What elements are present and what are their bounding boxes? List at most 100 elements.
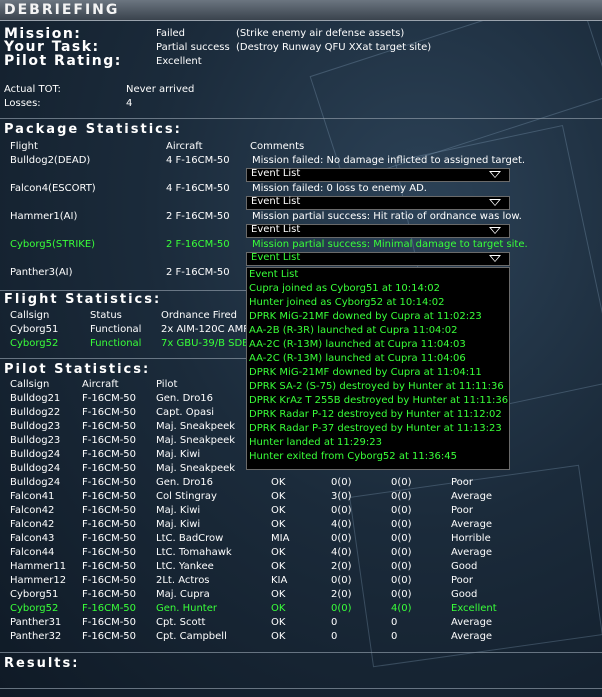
pilot-ground-kills: 0(0) [391, 505, 412, 516]
package-aircraft: 4 F-16CM-50 [166, 183, 230, 194]
pilot-rating: Poor [451, 477, 474, 488]
dropdown-arrow-icon[interactable] [489, 171, 501, 178]
package-col-comments: Comments [250, 141, 305, 152]
pilot-status: OK [271, 477, 286, 488]
pilot-aircraft: F-16CM-50 [82, 533, 137, 544]
package-statistics-header: Package Statistics: [4, 122, 182, 137]
pilot-status: OK [271, 603, 286, 614]
flight-callsign: Cyborg52 [10, 338, 59, 349]
pilot-callsign: Falcon41 [10, 491, 55, 502]
pilot-air-kills: 0 [331, 617, 338, 628]
event-list-dropdown[interactable]: Event List [246, 224, 510, 238]
event-list-dropdown[interactable]: Event List [246, 168, 510, 182]
pilot-aircraft: F-16CM-50 [82, 393, 137, 404]
pilot-rating: Average [451, 519, 493, 530]
flight-status: Functional [90, 338, 142, 349]
package-flight-name: Hammer1(AI) [10, 211, 78, 222]
package-aircraft: 2 F-16CM-50 [166, 211, 230, 222]
pilot-aircraft: F-16CM-50 [82, 603, 137, 614]
section-divider [0, 358, 246, 359]
pilot-air-kills: 2(0) [331, 589, 352, 600]
pilot-callsign: Panther31 [10, 617, 62, 628]
pilot-callsign: Bulldog24 [10, 463, 61, 474]
event-list-popup[interactable]: Event List Cupra joined as Cyborg51 at 10… [246, 267, 510, 470]
flight-col-ordnance: Ordnance Fired [161, 310, 237, 321]
event-list-item[interactable]: Event List [247, 268, 509, 282]
pilot-callsign: Cyborg52 [10, 603, 59, 614]
event-list-item[interactable]: DPRK KrAz T 255B destroyed by Hunter at … [247, 394, 509, 408]
pilot-name: Maj. Sneakpeek [156, 421, 236, 432]
pilot-air-kills: 4(0) [331, 547, 352, 558]
pilot-name: LtC. Yankee [156, 561, 214, 572]
event-list-dropdown-open[interactable]: Event List [246, 252, 510, 266]
pilot-name: Maj. Kiwi [156, 519, 201, 530]
pilot-air-kills: 0(0) [331, 575, 352, 586]
pilot-callsign: Falcon42 [10, 519, 55, 530]
flight-statistics-header: Flight Statistics: [4, 292, 162, 307]
dropdown-arrow-icon[interactable] [489, 199, 501, 206]
pilot-aircraft: F-16CM-50 [82, 435, 137, 446]
event-list-item[interactable]: AA-2C (R-13M) launched at Cupra 11:04:03 [247, 338, 509, 352]
pilot-name: Gen. Hunter [156, 603, 217, 614]
event-list-item[interactable]: DPRK Radar P-37 destroyed by Hunter at 1… [247, 422, 509, 436]
pilot-aircraft: F-16CM-50 [82, 631, 137, 642]
pilot-rating: Average [451, 547, 493, 558]
pilot-ground-kills: 0(0) [391, 519, 412, 530]
flight-col-callsign: Callsign [10, 310, 50, 321]
pilot-rating: Good [451, 589, 478, 600]
pilot-air-kills: 0(0) [331, 603, 352, 614]
pilot-aircraft: F-16CM-50 [82, 449, 137, 460]
pilot-air-kills: 0(0) [331, 533, 352, 544]
pilot-name: Maj. Kiwi [156, 449, 201, 460]
pilot-name: Maj. Cupra [156, 589, 210, 600]
pilot-col-callsign: Callsign [10, 379, 50, 390]
flight-ordnance: 2x AIM-120C AMRAAM [161, 324, 246, 335]
pilot-status: OK [271, 547, 286, 558]
event-list-item[interactable]: Hunter exited from Cyborg52 at 11:36:45 [247, 450, 509, 464]
pilot-status: OK [271, 491, 286, 502]
event-list-item[interactable]: Cupra joined as Cyborg51 at 10:14:02 [247, 282, 509, 296]
event-list-item[interactable]: Hunter joined as Cyborg52 at 10:14:02 [247, 296, 509, 310]
event-list-item[interactable]: DPRK MiG-21MF downed by Cupra at 11:02:2… [247, 310, 509, 324]
event-list-item[interactable]: Hunter landed at 11:29:23 [247, 436, 509, 450]
pilot-air-kills: 0(0) [331, 505, 352, 516]
pilot-rating: Poor [451, 575, 474, 586]
pilot-name: Cpt. Scott [156, 617, 206, 628]
event-list-item[interactable]: AA-2C (R-13M) launched at Cupra 11:04:06 [247, 352, 509, 366]
pilot-name: Maj. Kiwi [156, 505, 201, 516]
mission-description: (Strike enemy air defense assets) [236, 28, 405, 39]
pilot-aircraft: F-16CM-50 [82, 589, 137, 600]
pilot-callsign: Bulldog24 [10, 449, 61, 460]
section-divider [0, 290, 246, 291]
pilot-status: KIA [271, 575, 288, 586]
event-list-dropdown[interactable]: Event List [246, 196, 510, 210]
pilot-callsign: Bulldog21 [10, 393, 61, 404]
pilot-name: Gen. Dro16 [156, 393, 214, 404]
pilot-callsign: Panther32 [10, 631, 62, 642]
tot-label: Actual TOT: [4, 84, 61, 95]
task-description: (Destroy Runway QFU XXat target site) [236, 42, 432, 53]
pilot-name: Gen. Dro16 [156, 477, 214, 488]
pilot-status: OK [271, 631, 286, 642]
pilot-statistics-header: Pilot Statistics: [4, 362, 151, 377]
event-list-item[interactable]: DPRK MiG-21MF downed by Cupra at 11:04:1… [247, 366, 509, 380]
dropdown-arrow-icon[interactable] [489, 227, 501, 234]
package-comment: Mission failed: 0 loss to enemy AD. [252, 183, 427, 194]
package-flight-name: Cyborg5(STRIKE) [10, 239, 96, 250]
flight-callsign: Cyborg51 [10, 324, 59, 335]
pilot-rating-value: Excellent [156, 56, 202, 67]
pilot-status: OK [271, 589, 286, 600]
event-list-item[interactable]: AA-2B (R-3R) launched at Cupra 11:04:02 [247, 324, 509, 338]
package-aircraft: 2 F-16CM-50 [166, 239, 230, 250]
event-list-item[interactable]: DPRK Radar P-12 destroyed by Hunter at 1… [247, 408, 509, 422]
tot-value: Never arrived [126, 84, 195, 95]
pilot-rating: Average [451, 491, 493, 502]
package-comment: Mission partial success: Hit ratio of or… [252, 211, 522, 222]
package-flight-name: Falcon4(ESCORT) [10, 183, 96, 194]
dropdown-arrow-icon[interactable] [489, 255, 501, 262]
pilot-aircraft: F-16CM-50 [82, 575, 137, 586]
pilot-ground-kills: 4(0) [391, 603, 412, 614]
results-header: Results: [4, 656, 80, 671]
pilot-callsign: Hammer11 [10, 561, 67, 572]
event-list-item[interactable]: DPRK SA-2 (S-75) destroyed by Hunter at … [247, 380, 509, 394]
